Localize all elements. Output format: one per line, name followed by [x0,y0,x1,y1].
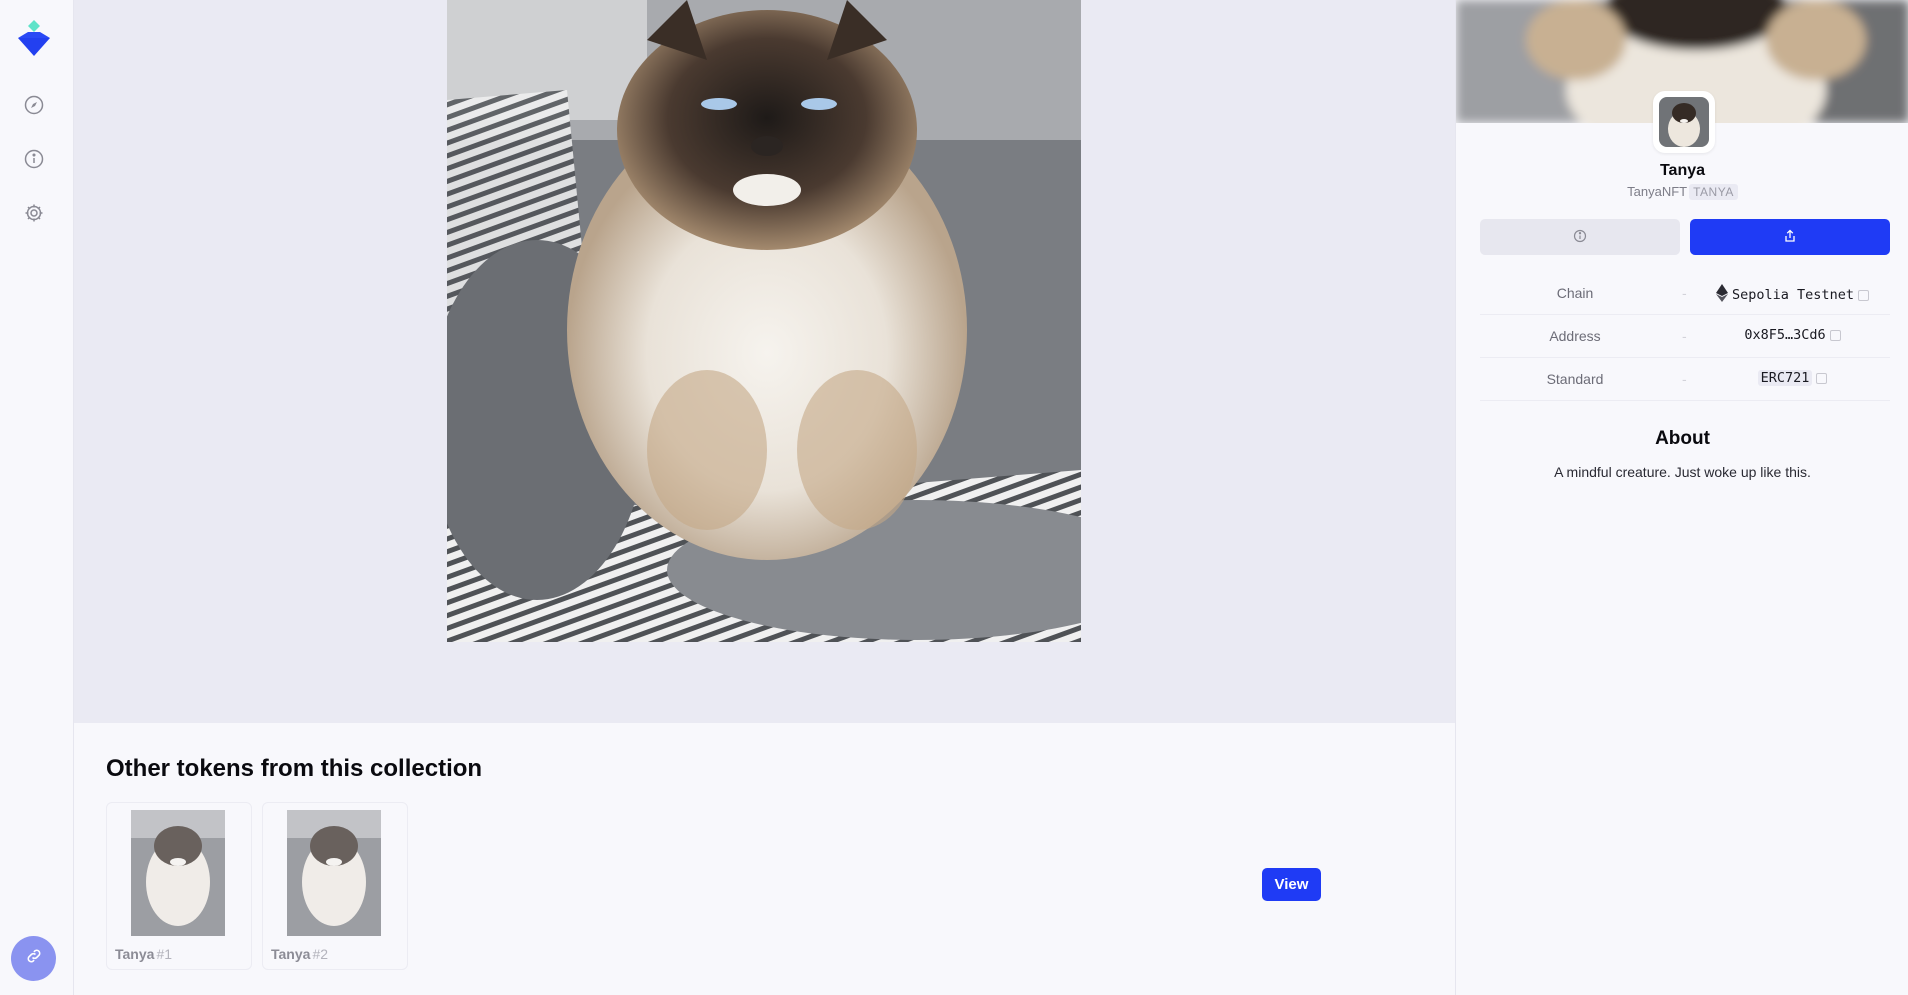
share-button[interactable] [1690,219,1890,255]
collection-section: Other tokens from this collection Tanya #… [74,723,1455,995]
token-id: #2 [312,946,329,962]
property-key: Address [1549,328,1601,344]
token-card[interactable]: Tanya #1 [106,802,252,970]
address-value[interactable]: 0x8F5…3Cd6 [1744,327,1825,343]
compass-icon[interactable] [22,93,46,117]
symbol-badge: TANYA [1689,184,1738,200]
property-row-chain: Chain - Sepolia Testnet [1480,272,1890,315]
view-button[interactable]: View [1262,868,1321,901]
copy-icon[interactable] [1857,289,1869,301]
token-caption: Tanya #2 [271,946,328,962]
property-row-standard: Standard - ERC721 [1480,358,1890,401]
property-value: ERC721 [1695,370,1890,386]
section-title: Other tokens from this collection [106,755,483,782]
copy-icon[interactable] [1816,372,1828,384]
token-id: #1 [156,946,173,962]
collection-subtitle: TanyaNFT TANYA [1456,184,1908,200]
property-separator: - [1682,371,1687,387]
chain-value: Sepolia Testnet [1732,287,1854,303]
property-value: 0x8F5…3Cd6 [1695,327,1890,343]
about-heading: About [1655,428,1710,449]
property-value: Sepolia Testnet [1695,284,1890,306]
about-text: A mindful creature. Just woke up like th… [1554,464,1811,480]
info-icon [1573,229,1587,246]
property-row-address: Address - 0x8F5…3Cd6 [1480,315,1890,358]
collection-name[interactable]: TanyaNFT [1627,184,1687,199]
info-button[interactable] [1480,219,1680,255]
details-panel: Tanya TanyaNFT TANYA Chain - Sepolia Tes… [1455,0,1908,995]
nft-viewer [74,0,1455,723]
property-separator: - [1682,328,1687,344]
copy-icon[interactable] [1829,329,1841,341]
app-logo-icon[interactable] [16,18,52,60]
settings-icon[interactable] [22,201,46,225]
property-key: Chain [1556,285,1594,301]
info-icon[interactable] [22,147,46,171]
token-name: Tanya [271,946,311,962]
token-card[interactable]: Tanya #2 [262,802,408,970]
ethereum-icon [1716,284,1729,306]
nft-image [447,0,1081,642]
token-title: Tanya [1659,162,1706,179]
token-thumbnail [287,810,381,936]
token-name: Tanya [115,946,155,962]
property-separator: - [1682,285,1687,301]
nav-rail [0,0,74,995]
link-button[interactable] [11,936,56,981]
avatar [1653,91,1715,153]
token-caption: Tanya #1 [115,946,172,962]
property-key: Standard [1546,371,1604,387]
link-icon [25,947,43,970]
share-icon [1783,229,1797,246]
standard-value: ERC721 [1757,370,1813,386]
token-thumbnail [131,810,225,936]
